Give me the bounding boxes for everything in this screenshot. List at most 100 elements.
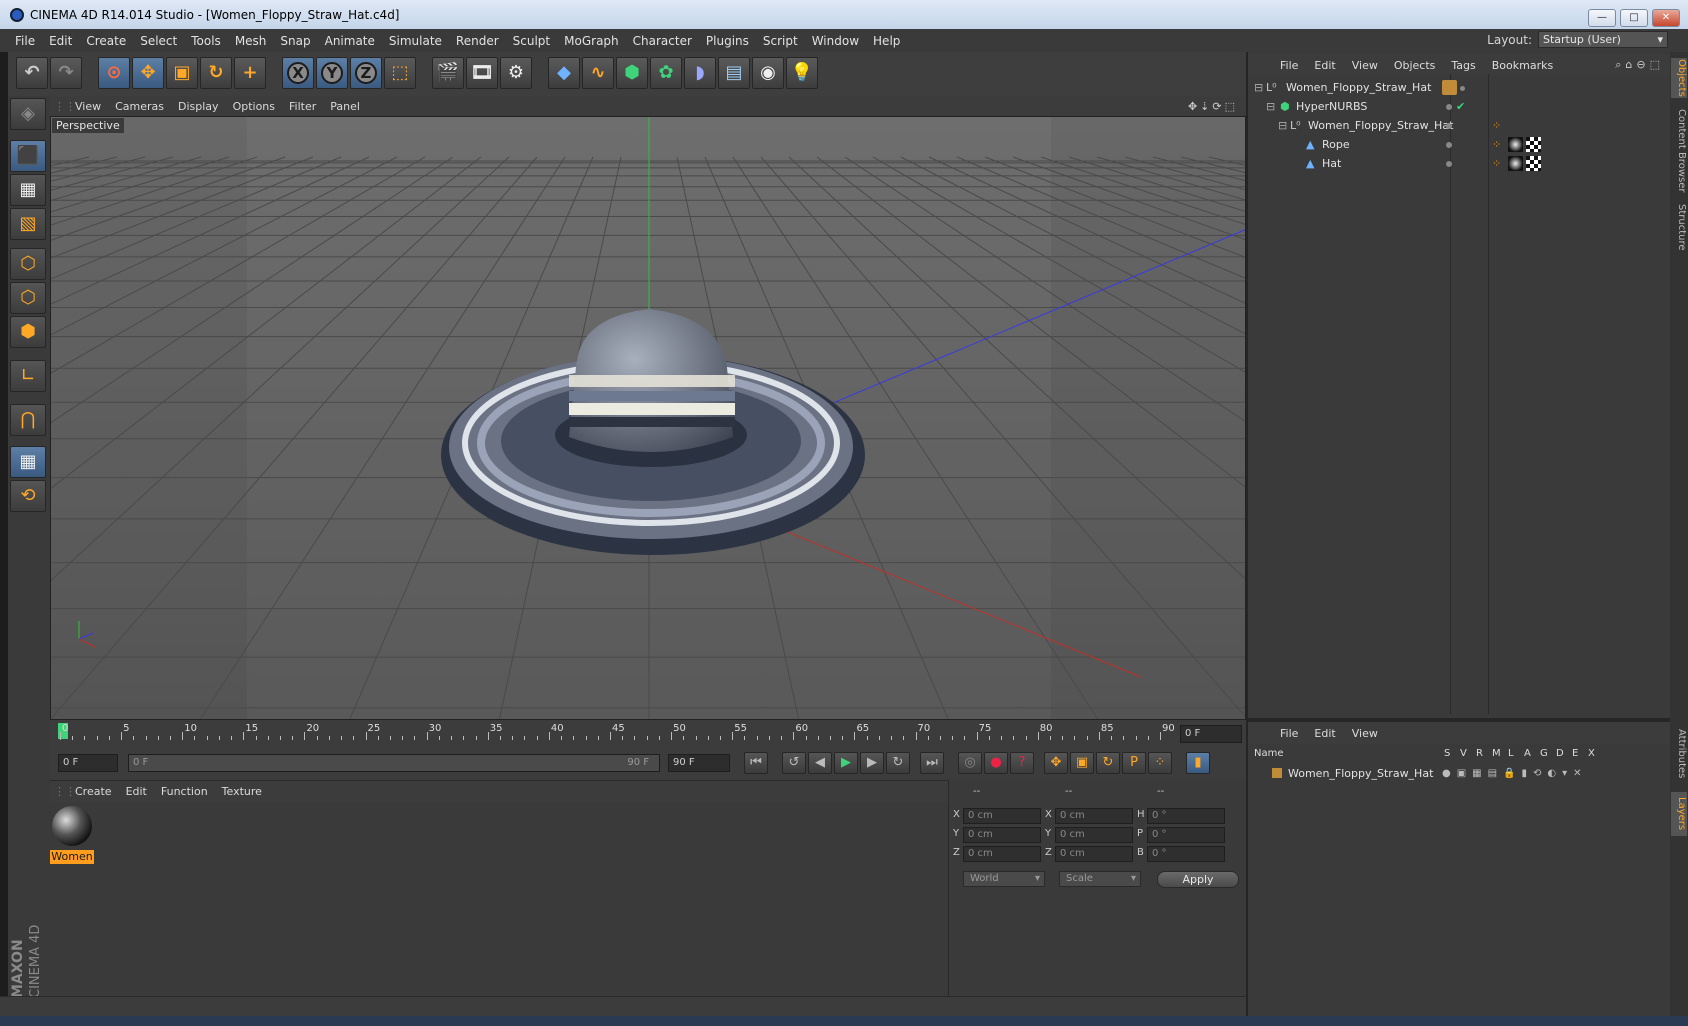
menu-snap[interactable]: Snap bbox=[273, 34, 317, 48]
texture-mode-icon[interactable]: ▦ bbox=[10, 174, 46, 206]
object-menu-edit[interactable]: Edit bbox=[1306, 59, 1343, 72]
magnet-icon[interactable]: ⋂ bbox=[10, 404, 46, 436]
menu-edit[interactable]: Edit bbox=[42, 34, 79, 48]
rotation-b-field[interactable]: 0 ° bbox=[1147, 846, 1225, 862]
floor-icon[interactable]: ▤ bbox=[718, 57, 750, 89]
viewport-menu-cameras[interactable]: Cameras bbox=[108, 100, 171, 113]
light-icon[interactable]: 💡 bbox=[786, 57, 818, 89]
key-rotation-icon[interactable]: ↻ bbox=[1096, 752, 1120, 774]
frame-range-slider[interactable]: 0 F 90 F bbox=[128, 754, 660, 772]
phong-tag-icon[interactable]: ⁘ bbox=[1492, 116, 1501, 135]
coordinate-space-dropdown[interactable]: World ▾ bbox=[963, 871, 1045, 887]
prev-frame-icon[interactable]: ◀ bbox=[808, 752, 832, 774]
current-frame-field[interactable]: 0 F bbox=[1180, 725, 1242, 743]
menu-render[interactable]: Render bbox=[449, 34, 506, 48]
snap-icon[interactable]: ⟲ bbox=[10, 480, 46, 512]
tab-attributes[interactable]: Attributes bbox=[1671, 724, 1687, 784]
undo-icon[interactable]: ↶ bbox=[16, 57, 48, 89]
expand-icon[interactable]: ⊟ bbox=[1278, 116, 1287, 135]
phong-tag-icon[interactable]: ⁘ bbox=[1492, 154, 1501, 173]
menu-select[interactable]: Select bbox=[133, 34, 184, 48]
layer-row[interactable]: Women_Floppy_Straw_Hat ●▣▦▤🔒▮⟲◐▾✕ bbox=[1252, 764, 1668, 783]
object-menu-objects[interactable]: Objects bbox=[1386, 59, 1444, 72]
object-row[interactable]: ▲ Rope ⁘ bbox=[1252, 135, 1668, 154]
material-swatch[interactable]: Women bbox=[50, 806, 94, 866]
next-key-icon[interactable]: ↻ bbox=[886, 752, 910, 774]
menu-tools[interactable]: Tools bbox=[184, 34, 228, 48]
visibility-dots[interactable] bbox=[1446, 154, 1456, 173]
render-view-icon[interactable]: 🎬 bbox=[432, 57, 464, 89]
expand-icon[interactable]: ⊟ bbox=[1266, 97, 1275, 116]
spline-icon[interactable]: ∿ bbox=[582, 57, 614, 89]
object-row[interactable]: ⊟ L⁰ Women_Floppy_Straw_Hat bbox=[1252, 78, 1668, 97]
viewport-menu-options[interactable]: Options bbox=[226, 100, 282, 113]
play-icon[interactable]: ▶ bbox=[834, 752, 858, 774]
coordinate-system-icon[interactable]: ⬚ bbox=[384, 57, 416, 89]
move-icon[interactable]: ✥ bbox=[132, 57, 164, 89]
material-menu-create[interactable]: Create bbox=[68, 785, 119, 798]
key-pla-icon[interactable]: ⁘ bbox=[1148, 752, 1172, 774]
record-icon[interactable]: ● bbox=[984, 752, 1008, 774]
tab-layers[interactable]: Layers bbox=[1671, 792, 1687, 836]
position-z-field[interactable]: 0 cm bbox=[963, 846, 1041, 862]
cube-primitive-icon[interactable]: ◆ bbox=[548, 57, 580, 89]
menu-simulate[interactable]: Simulate bbox=[382, 34, 449, 48]
menu-help[interactable]: Help bbox=[866, 34, 907, 48]
render-picture-viewer-icon[interactable]: 🎞 bbox=[466, 57, 498, 89]
tab-structure[interactable]: Structure bbox=[1671, 202, 1687, 252]
uvw-tag-icon[interactable] bbox=[1526, 137, 1541, 152]
object-mode-icon[interactable]: ⬛ bbox=[10, 140, 46, 172]
menu-animate[interactable]: Animate bbox=[318, 34, 382, 48]
viewport-menu-view[interactable]: View bbox=[68, 100, 108, 113]
workplane-lock-icon[interactable]: ▦ bbox=[10, 446, 46, 478]
scale-icon[interactable]: ▣ bbox=[166, 57, 198, 89]
tab-objects[interactable]: Objects bbox=[1671, 58, 1687, 98]
size-y-field[interactable]: 0 cm bbox=[1055, 827, 1133, 843]
material-tag-icon[interactable] bbox=[1508, 156, 1523, 171]
axis-mode-icon[interactable]: ∟ bbox=[10, 360, 46, 392]
timeline-toggle-icon[interactable]: ▮ bbox=[1186, 752, 1210, 774]
start-frame-field[interactable]: 0 F bbox=[58, 754, 118, 772]
viewport-menu-display[interactable]: Display bbox=[171, 100, 226, 113]
key-param-icon[interactable]: P bbox=[1122, 752, 1146, 774]
phong-tag-icon[interactable]: ⁘ bbox=[1492, 135, 1501, 154]
object-menu-tags[interactable]: Tags bbox=[1443, 59, 1483, 72]
object-row[interactable]: ▲ Hat ⁘ bbox=[1252, 154, 1668, 173]
visibility-dots[interactable] bbox=[1446, 116, 1456, 135]
material-menu-edit[interactable]: Edit bbox=[119, 785, 154, 798]
layer-menu-edit[interactable]: Edit bbox=[1306, 727, 1343, 740]
size-x-field[interactable]: 0 cm bbox=[1055, 808, 1133, 824]
layer-menu-view[interactable]: View bbox=[1344, 727, 1386, 740]
material-tag-icon[interactable] bbox=[1508, 137, 1523, 152]
object-menu-view[interactable]: View bbox=[1344, 59, 1386, 72]
object-row[interactable]: ⊟ ⬢ HyperNURBS ✔ bbox=[1252, 97, 1668, 116]
size-z-field[interactable]: 0 cm bbox=[1055, 846, 1133, 862]
layer-flags-icons[interactable]: ●▣▦▤🔒▮⟲◐▾✕ bbox=[1442, 764, 1588, 783]
deformer-icon[interactable]: ◗ bbox=[684, 57, 716, 89]
size-mode-dropdown[interactable]: Scale ▾ bbox=[1059, 871, 1141, 887]
visibility-dots[interactable] bbox=[1446, 135, 1456, 154]
position-x-field[interactable]: 0 cm bbox=[963, 808, 1041, 824]
material-menu-texture[interactable]: Texture bbox=[215, 785, 269, 798]
object-row[interactable]: ⊟ L⁰ Women_Floppy_Straw_Hat ⁘ bbox=[1252, 116, 1668, 135]
goto-start-icon[interactable]: ⏮ bbox=[744, 752, 768, 774]
points-mode-icon[interactable]: ⬡ bbox=[10, 248, 46, 280]
uvw-tag-icon[interactable] bbox=[1526, 156, 1541, 171]
tab-content-browser[interactable]: Content Browser bbox=[1671, 106, 1687, 196]
redo-icon[interactable]: ↷ bbox=[50, 57, 82, 89]
y-axis-lock-icon[interactable]: Y bbox=[316, 57, 348, 89]
nurbs-icon[interactable]: ⬢ bbox=[616, 57, 648, 89]
menu-mesh[interactable]: Mesh bbox=[228, 34, 274, 48]
edges-mode-icon[interactable]: ⬡ bbox=[10, 282, 46, 314]
minimize-button[interactable]: — bbox=[1588, 9, 1616, 27]
layer-menu-file[interactable]: File bbox=[1272, 727, 1306, 740]
expand-icon[interactable]: ⊟ bbox=[1254, 78, 1263, 97]
viewport-menu-panel[interactable]: Panel bbox=[323, 100, 367, 113]
key-position-icon[interactable]: ✥ bbox=[1044, 752, 1068, 774]
menu-character[interactable]: Character bbox=[626, 34, 699, 48]
menu-plugins[interactable]: Plugins bbox=[699, 34, 756, 48]
rotation-h-field[interactable]: 0 ° bbox=[1147, 808, 1225, 824]
menu-create[interactable]: Create bbox=[79, 34, 133, 48]
menu-window[interactable]: Window bbox=[805, 34, 866, 48]
model-mode-icon[interactable]: ◈ bbox=[10, 98, 46, 130]
